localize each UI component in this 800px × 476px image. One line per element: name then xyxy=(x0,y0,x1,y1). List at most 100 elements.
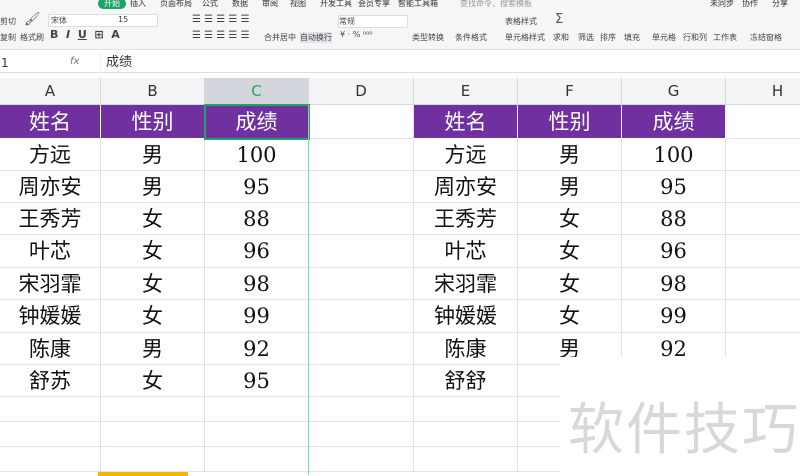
cell[interactable] xyxy=(726,300,800,333)
cell[interactable]: 100 xyxy=(622,139,726,171)
cell[interactable] xyxy=(309,171,414,203)
cell[interactable]: 女 xyxy=(518,235,622,268)
top-right-button[interactable]: 未同步 xyxy=(710,0,734,9)
cell[interactable] xyxy=(309,333,414,365)
cell[interactable]: 88 xyxy=(622,203,726,235)
cell[interactable]: 钟媛媛 xyxy=(414,300,518,333)
sum-button[interactable]: 求和 xyxy=(553,32,569,43)
menu-tab[interactable]: 开发工具 xyxy=(320,0,352,9)
cell[interactable]: 陈康 xyxy=(414,333,518,365)
cell[interactable]: 男 xyxy=(101,171,205,203)
conditional-format-button[interactable]: 条件格式 xyxy=(455,32,487,43)
menu-tab[interactable]: 公式 xyxy=(202,0,218,9)
currency-button[interactable]: ¥ · % ⁰⁰⁰ xyxy=(340,30,372,39)
cell[interactable] xyxy=(101,397,205,422)
column-header-g[interactable]: G xyxy=(622,78,726,105)
cell[interactable] xyxy=(309,300,414,333)
header-cell[interactable]: 姓名 xyxy=(414,105,518,139)
cell[interactable]: 女 xyxy=(101,235,205,268)
cell[interactable]: 舒舒 xyxy=(414,365,518,397)
header-cell[interactable]: 成绩 xyxy=(622,105,726,139)
font-size-select[interactable]: 15 xyxy=(118,15,128,24)
cell[interactable] xyxy=(726,139,800,171)
cell[interactable] xyxy=(309,447,414,472)
cell[interactable]: 周亦安 xyxy=(414,171,518,203)
cell[interactable]: 98 xyxy=(205,268,309,300)
cell[interactable] xyxy=(309,365,414,397)
cell[interactable]: 99 xyxy=(205,300,309,333)
cell[interactable] xyxy=(101,422,205,447)
cell[interactable] xyxy=(205,422,309,447)
cell[interactable]: 舒苏 xyxy=(0,365,101,397)
cell[interactable]: 95 xyxy=(205,171,309,203)
cell[interactable] xyxy=(309,105,414,139)
cell[interactable]: 99 xyxy=(622,300,726,333)
cell[interactable] xyxy=(726,105,800,139)
column-header-c[interactable]: C xyxy=(205,78,309,105)
cell[interactable]: 陈康 xyxy=(0,333,101,365)
cell[interactable]: 叶芯 xyxy=(414,235,518,268)
cell[interactable] xyxy=(309,422,414,447)
cell[interactable]: 95 xyxy=(622,171,726,203)
header-cell[interactable]: 性别 xyxy=(101,105,205,139)
align-buttons-2[interactable]: ☰ ☰ ☰ ☰ ☰ xyxy=(192,30,250,41)
cell[interactable] xyxy=(309,139,414,171)
cell[interactable]: 女 xyxy=(101,203,205,235)
cell[interactable]: 方远 xyxy=(0,139,101,171)
cell[interactable] xyxy=(205,397,309,422)
cell[interactable]: 95 xyxy=(205,365,309,397)
wrap-text-button[interactable]: 自动换行 xyxy=(300,32,332,43)
name-box[interactable]: 1 xyxy=(0,53,46,73)
cell[interactable] xyxy=(0,397,101,422)
cell[interactable] xyxy=(309,235,414,268)
cell[interactable] xyxy=(726,171,800,203)
cell[interactable]: 女 xyxy=(101,300,205,333)
bold-button[interactable]: B I U ⊞ A xyxy=(50,28,120,41)
cell[interactable] xyxy=(726,203,800,235)
header-cell[interactable]: 成绩 xyxy=(205,105,309,139)
freeze-panes-button[interactable]: 冻结窗格 xyxy=(750,32,782,43)
menu-tab[interactable]: 智能工具箱 xyxy=(398,0,438,9)
cell-style-button[interactable]: 单元格样式 xyxy=(505,32,545,43)
column-header-b[interactable]: B xyxy=(101,78,205,105)
cell[interactable] xyxy=(205,447,309,472)
column-header-a[interactable]: A xyxy=(0,78,101,105)
fx-icon[interactable]: fx xyxy=(70,56,79,67)
number-format-select[interactable]: 常规 xyxy=(338,15,408,28)
cell[interactable]: 钟媛媛 xyxy=(0,300,101,333)
cell[interactable]: 96 xyxy=(205,235,309,268)
formula-input[interactable]: 成绩 xyxy=(100,53,800,73)
cell[interactable]: 女 xyxy=(518,268,622,300)
cell[interactable] xyxy=(309,268,414,300)
type-convert-button[interactable]: 类型转换 xyxy=(412,32,444,43)
column-header-d[interactable]: D xyxy=(309,78,414,105)
cell[interactable]: 王秀芳 xyxy=(0,203,101,235)
header-cell[interactable]: 姓名 xyxy=(0,105,101,139)
top-right-button[interactable]: 协作 xyxy=(742,0,758,9)
sort-button[interactable]: 排序 xyxy=(600,32,616,43)
menu-tab[interactable]: 页面布局 xyxy=(160,0,192,9)
column-header-h[interactable]: H xyxy=(726,78,800,105)
cell[interactable]: 98 xyxy=(622,268,726,300)
format-painter-button[interactable]: 格式刷 xyxy=(20,32,44,43)
cell[interactable]: 叶芯 xyxy=(0,235,101,268)
filter-button[interactable]: 筛选 xyxy=(578,32,594,43)
copy-button[interactable]: 复制 xyxy=(0,32,16,43)
cell[interactable]: 方远 xyxy=(414,139,518,171)
top-right-button[interactable]: 分享 xyxy=(772,0,788,9)
cell[interactable] xyxy=(0,447,101,472)
cell[interactable]: 宋羽霏 xyxy=(0,268,101,300)
menu-tab[interactable]: 开始 xyxy=(98,0,126,9)
cell[interactable]: 王秀芳 xyxy=(414,203,518,235)
cell[interactable] xyxy=(309,203,414,235)
column-header-f[interactable]: F xyxy=(518,78,622,105)
cell[interactable]: 88 xyxy=(205,203,309,235)
cell[interactable]: 100 xyxy=(205,139,309,171)
cell[interactable] xyxy=(414,422,518,447)
menu-tab[interactable]: 插入 xyxy=(130,0,146,9)
fill-button[interactable]: 填充 xyxy=(624,32,640,43)
menu-tab[interactable]: 数据 xyxy=(232,0,248,9)
search-input[interactable]: 查找命令、搜索模板 xyxy=(460,0,532,9)
cell[interactable]: 男 xyxy=(518,171,622,203)
cut-button[interactable]: 剪切 xyxy=(0,16,16,27)
